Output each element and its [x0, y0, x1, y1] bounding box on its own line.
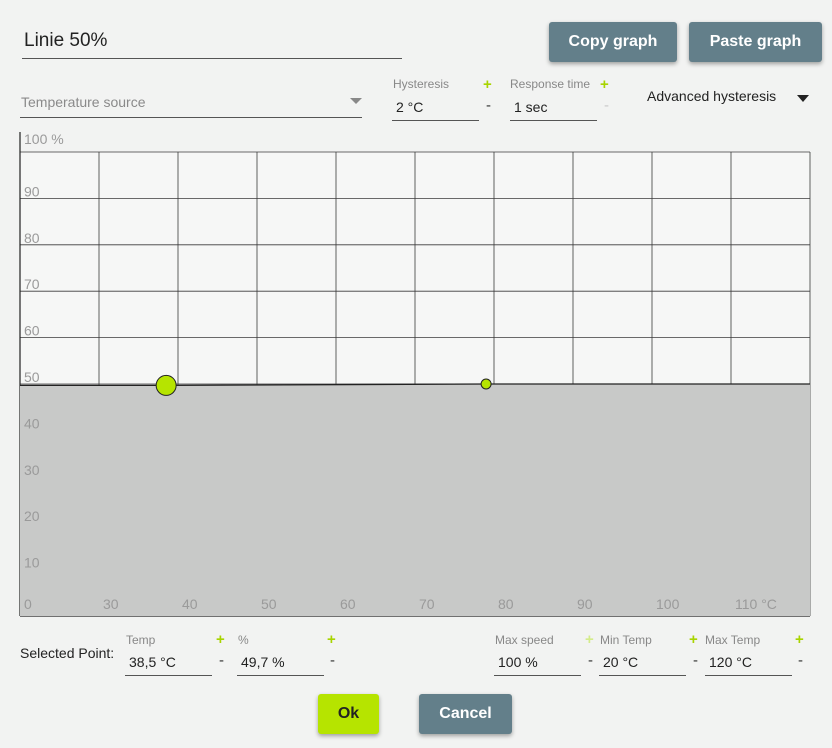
hysteresis-minus-button[interactable]: - — [486, 97, 491, 114]
max-temp-plus-button[interactable]: + — [795, 631, 804, 648]
temp-input[interactable]: 38,5 °C — [125, 652, 212, 676]
temp-label: Temp — [126, 633, 156, 647]
max-speed-input[interactable]: 100 % — [494, 652, 581, 676]
graph-name-value: Linie 50% — [24, 30, 108, 51]
x-tick-label: 100 — [656, 596, 680, 612]
min-temp-minus-button[interactable]: - — [693, 652, 698, 669]
x-tick-label: 60 — [340, 596, 356, 612]
y-tick-label: 50 — [24, 369, 40, 385]
x-tick-label: 30 — [103, 596, 119, 612]
temp-minus-button[interactable]: - — [219, 652, 224, 669]
min-temp-input[interactable]: 20 °C — [599, 652, 686, 676]
x-tick-label: 90 — [577, 596, 593, 612]
graph-name-field[interactable]: Linie 50% — [22, 26, 402, 59]
hysteresis-label: Hysteresis — [393, 77, 450, 91]
y-tick-label: 60 — [24, 323, 40, 339]
curve-point[interactable] — [480, 378, 492, 390]
y-tick-label: 90 — [24, 183, 40, 199]
y-tick-label: 20 — [24, 508, 40, 524]
y-tick-label: 10 — [24, 555, 40, 571]
copy-graph-button[interactable]: Copy graph — [549, 22, 677, 62]
response-time-minus-button[interactable]: - — [604, 97, 609, 114]
y-tick-label: 100 % — [24, 131, 64, 147]
response-time-plus-button[interactable]: + — [600, 76, 609, 93]
selected-point-label: Selected Point: — [20, 645, 115, 661]
cancel-button[interactable]: Cancel — [419, 694, 512, 734]
advanced-hysteresis-toggle[interactable]: Advanced hysteresis — [647, 88, 776, 104]
temperature-source-placeholder: Temperature source — [21, 94, 146, 110]
curve-fill-area — [20, 384, 810, 616]
x-tick-label: 40 — [182, 596, 198, 612]
max-temp-minus-button[interactable]: - — [798, 652, 803, 669]
min-temp-plus-button[interactable]: + — [689, 631, 698, 648]
percent-plus-button[interactable]: + — [327, 631, 336, 648]
y-tick-label: 80 — [24, 230, 40, 246]
x-tick-label: 70 — [419, 596, 435, 612]
y-tick-label: 70 — [24, 276, 40, 292]
response-time-label: Response time — [510, 77, 591, 91]
max-speed-label: Max speed — [495, 633, 554, 647]
percent-label: % — [238, 633, 249, 647]
hysteresis-input[interactable]: 2 °C — [392, 97, 479, 121]
percent-input[interactable]: 49,7 % — [237, 652, 324, 676]
ok-button[interactable]: Ok — [318, 694, 379, 734]
hysteresis-plus-button[interactable]: + — [483, 76, 492, 93]
curve-point-selected[interactable] — [155, 374, 177, 396]
dropdown-caret-icon — [350, 98, 362, 104]
fan-curve-chart[interactable]: 100 %9080706050403020100 30 40 50 60 70 80 90 10… — [0, 130, 832, 620]
max-temp-input[interactable]: 120 °C — [705, 652, 792, 676]
y-tick-label: 30 — [24, 462, 40, 478]
max-temp-label: Max Temp — [705, 633, 761, 647]
temperature-source-select[interactable]: Temperature source — [20, 86, 362, 118]
dropdown-caret-icon[interactable] — [797, 95, 809, 102]
x-tick-label: 0 — [24, 596, 32, 612]
x-tick-label: 80 — [498, 596, 514, 612]
max-speed-minus-button[interactable]: - — [588, 652, 593, 669]
paste-graph-button[interactable]: Paste graph — [689, 22, 822, 62]
x-tick-label: 50 — [261, 596, 277, 612]
percent-minus-button[interactable]: - — [330, 652, 335, 669]
response-time-input[interactable]: 1 sec — [510, 97, 597, 121]
temp-plus-button[interactable]: + — [216, 631, 225, 648]
max-speed-plus-button[interactable]: + — [585, 631, 594, 648]
y-tick-label: 40 — [24, 415, 40, 431]
x-tick-label: 110 °C — [735, 596, 777, 612]
min-temp-label: Min Temp — [600, 633, 652, 647]
